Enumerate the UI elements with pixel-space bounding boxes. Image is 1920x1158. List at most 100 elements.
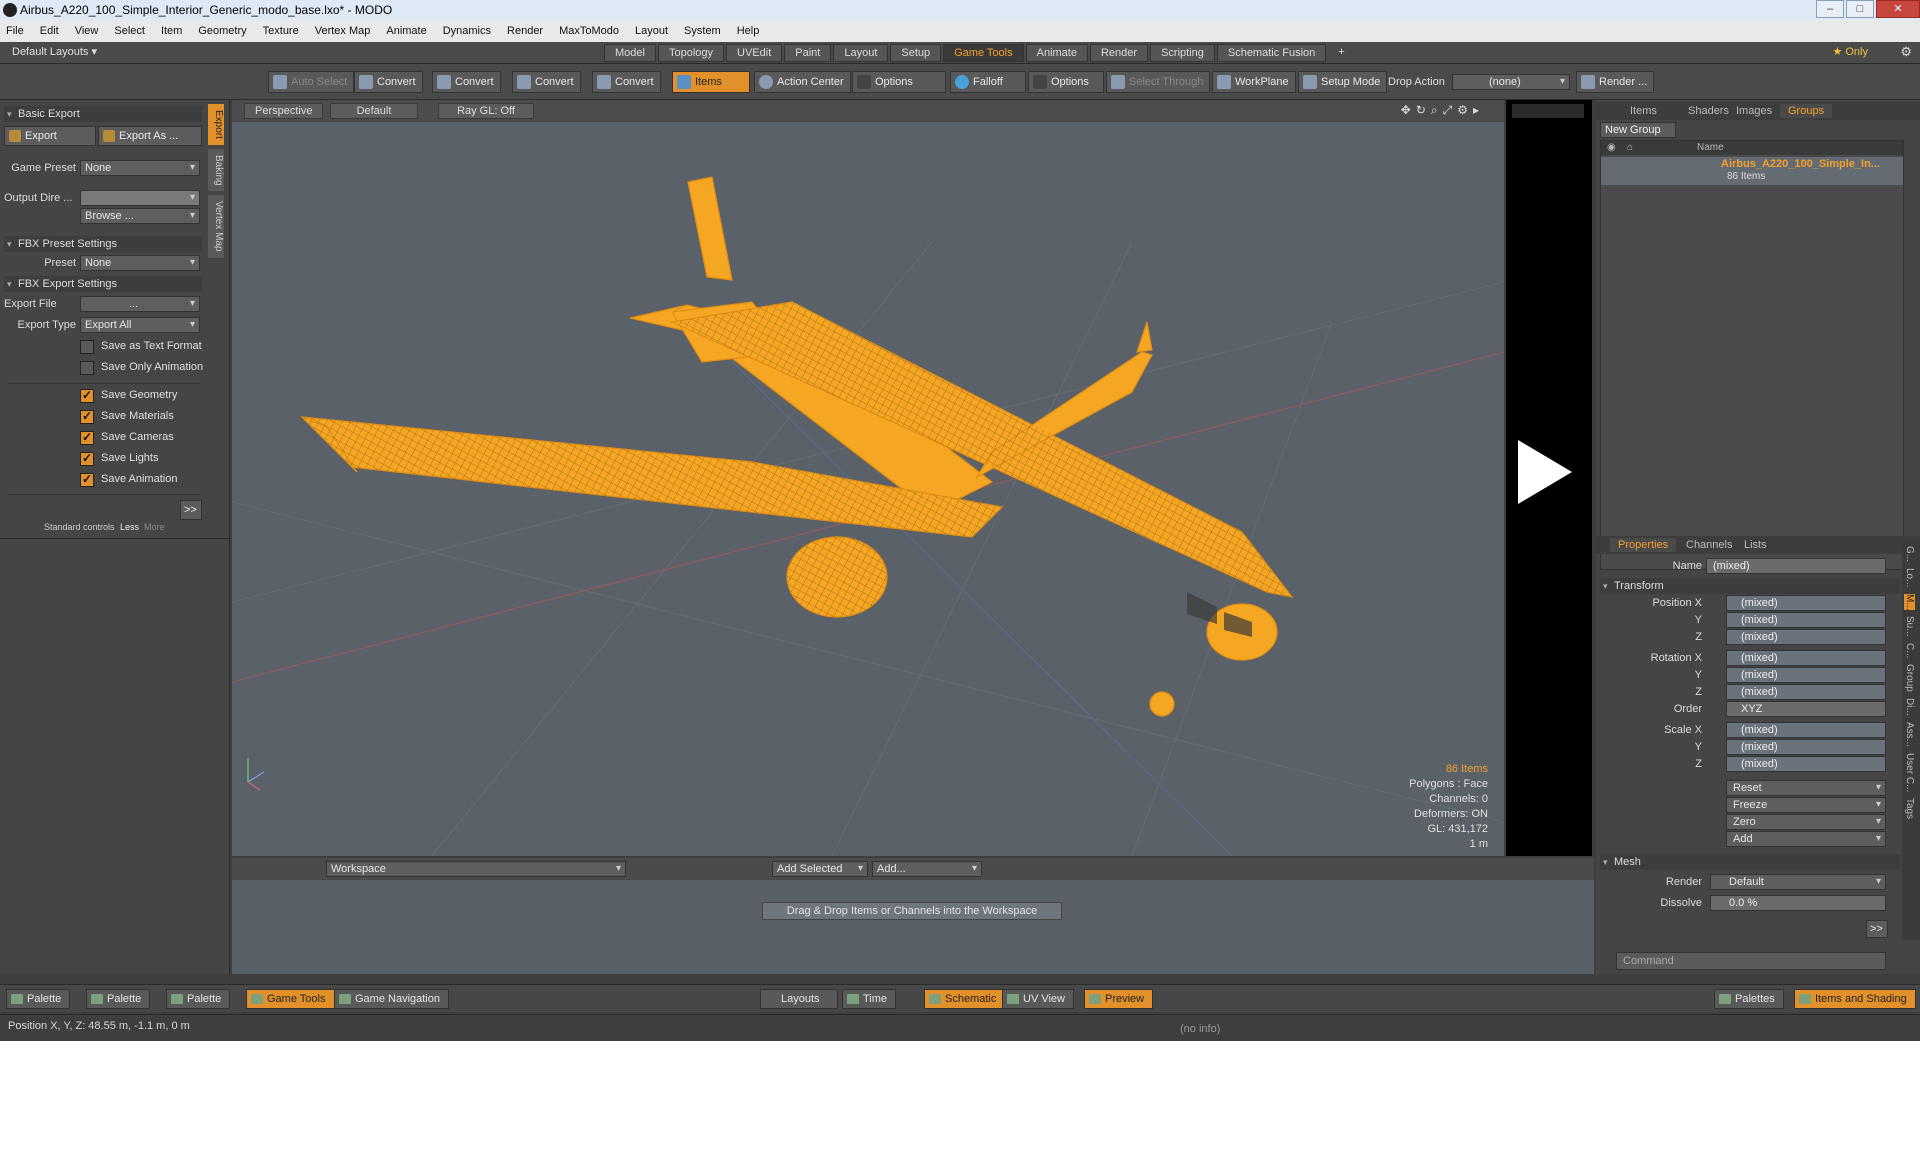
maximize-button[interactable]: □ (1846, 0, 1874, 18)
side-tab-3[interactable]: M... (1904, 593, 1915, 611)
palettes-button[interactable]: Palettes (1714, 989, 1784, 1009)
close-button[interactable]: ✕ (1876, 0, 1920, 18)
menu-render[interactable]: Render (507, 25, 543, 37)
vtab-vertex-map[interactable]: Vertex Map (208, 195, 224, 259)
select-through-button[interactable]: Select Through (1106, 71, 1211, 93)
tab-model[interactable]: Model (604, 44, 656, 62)
tab-lists[interactable]: Lists (1736, 538, 1775, 552)
save-geometry-checkbox[interactable] (80, 388, 94, 403)
side-tab-7[interactable]: Di... (1904, 698, 1915, 716)
convert-button-4[interactable]: Convert (592, 71, 661, 93)
menu-file[interactable]: File (6, 25, 24, 37)
tab-layout[interactable]: Layout (833, 44, 889, 62)
mesh-section[interactable]: Mesh (1600, 854, 1900, 870)
minimize-button[interactable]: – (1816, 0, 1844, 18)
palette-button-3[interactable]: Palette (166, 989, 231, 1009)
only-toggle[interactable]: ★ Only (1832, 45, 1868, 58)
scale-z-field[interactable]: (mixed) (1726, 756, 1886, 772)
menu-edit[interactable]: Edit (40, 25, 59, 37)
menu-help[interactable]: Help (737, 25, 760, 37)
tab-groups[interactable]: Groups (1780, 104, 1833, 118)
preview-button[interactable]: Preview (1084, 989, 1154, 1009)
gear-icon[interactable]: ⚙ (1900, 44, 1912, 60)
workspace-dropdown[interactable]: Workspace (326, 861, 626, 877)
rotation-x-field[interactable]: (mixed) (1726, 650, 1886, 666)
output-dir-field[interactable] (80, 190, 200, 206)
tab-items[interactable]: Items (1622, 104, 1665, 118)
tab-game-tools[interactable]: Game Tools (943, 44, 1024, 62)
export-file-dropdown[interactable]: ... (80, 296, 200, 312)
uv-view-button[interactable]: UV View (1002, 989, 1074, 1009)
position-z-field[interactable]: (mixed) (1726, 629, 1886, 645)
more-options-button[interactable]: >> (180, 500, 202, 520)
workplane-button[interactable]: WorkPlane (1212, 71, 1296, 93)
fbx-preset-section[interactable]: FBX Preset Settings (4, 236, 202, 252)
menu-dynamics[interactable]: Dynamics (443, 25, 491, 37)
tab-scripting[interactable]: Scripting (1150, 44, 1215, 62)
reset-dropdown[interactable]: Reset (1726, 780, 1886, 796)
order-dropdown[interactable]: XYZ (1726, 701, 1886, 717)
shading-default-dropdown[interactable]: Default (330, 103, 418, 119)
rotation-z-field[interactable]: (mixed) (1726, 684, 1886, 700)
save-materials-checkbox[interactable] (80, 409, 94, 424)
menu-view[interactable]: View (75, 25, 99, 37)
side-tab-2[interactable]: Lo... (1904, 568, 1915, 587)
3d-viewport[interactable]: Perspective Default Ray GL: Off ✥↻⌕⤢⚙▸ 8… (232, 100, 1504, 856)
side-tab-1[interactable]: G... (1904, 546, 1915, 562)
side-tab-5[interactable]: C... (1904, 643, 1915, 659)
name-field[interactable]: (mixed) (1706, 558, 1886, 574)
vtab-baking[interactable]: Baking (208, 148, 224, 192)
tab-render[interactable]: Render (1089, 44, 1149, 62)
items-mode-button[interactable]: Items (672, 71, 750, 93)
side-tab-6[interactable]: Group (1904, 664, 1915, 692)
new-group-button[interactable]: New Group (1600, 122, 1676, 138)
save-only-animation-checkbox[interactable] (80, 361, 94, 375)
tab-schematic-fusion[interactable]: Schematic Fusion (1216, 44, 1327, 62)
add-selected-button[interactable]: Add Selected (772, 861, 868, 877)
convert-button-2[interactable]: Convert (432, 71, 501, 93)
viewport-nav-icons[interactable]: ✥↻⌕⤢⚙▸ (1401, 103, 1484, 118)
position-y-field[interactable]: (mixed) (1726, 612, 1886, 628)
tab-properties[interactable]: Properties (1610, 538, 1677, 552)
fbx-export-section[interactable]: FBX Export Settings (4, 276, 202, 292)
auto-select-button[interactable]: Auto Select (268, 71, 355, 93)
scale-x-field[interactable]: (mixed) (1726, 722, 1886, 738)
schematic-button[interactable]: Schematic (924, 989, 1006, 1009)
drop-action-dropdown[interactable]: (none) (1452, 74, 1570, 90)
menu-geometry[interactable]: Geometry (198, 25, 246, 37)
name-column-header[interactable]: Name (1697, 142, 1724, 153)
menu-system[interactable]: System (684, 25, 721, 37)
action-center-button[interactable]: Action Center (754, 71, 851, 93)
falloff-button[interactable]: Falloff (950, 71, 1026, 93)
menu-layout[interactable]: Layout (635, 25, 668, 37)
tab-images[interactable]: Images (1728, 104, 1780, 118)
lock-icon[interactable]: ⌂ (1627, 142, 1633, 153)
group-row[interactable]: Airbus_A220_100_Simple_In... 86 Items (1601, 157, 1903, 185)
save-cameras-checkbox[interactable] (80, 430, 94, 445)
layouts-button[interactable]: Layouts (760, 989, 838, 1009)
side-tab-9[interactable]: User C... (1904, 753, 1915, 792)
export-as-button[interactable]: Export As ... (98, 126, 202, 146)
convert-button-3[interactable]: Convert (512, 71, 581, 93)
menu-item[interactable]: Item (161, 25, 182, 37)
play-icon[interactable] (1518, 440, 1572, 504)
rotation-y-field[interactable]: (mixed) (1726, 667, 1886, 683)
dissolve-field[interactable]: 0.0 % (1710, 895, 1886, 911)
game-preset-dropdown[interactable]: None (80, 160, 200, 176)
perspective-dropdown[interactable]: Perspective (244, 103, 324, 119)
menu-animate[interactable]: Animate (386, 25, 426, 37)
command-input[interactable]: Command (1616, 952, 1886, 970)
side-tab-4[interactable]: Su... (1904, 616, 1915, 637)
tab-setup[interactable]: Setup (890, 44, 942, 62)
menu-maxtomodo[interactable]: MaxToModo (559, 25, 619, 37)
options-button-1[interactable]: Options (852, 71, 946, 93)
add-dropdown[interactable]: Add (1726, 831, 1886, 847)
setup-mode-button[interactable]: Setup Mode (1298, 71, 1388, 93)
game-navigation-button[interactable]: Game Navigation (334, 989, 449, 1009)
position-x-field[interactable]: (mixed) (1726, 595, 1886, 611)
scale-y-field[interactable]: (mixed) (1726, 739, 1886, 755)
default-layouts-dropdown[interactable]: Default Layouts ▾ (12, 45, 97, 58)
convert-button-1[interactable]: Convert (354, 71, 423, 93)
tab-uvedit[interactable]: UVEdit (726, 44, 783, 62)
transform-section[interactable]: Transform (1600, 578, 1900, 594)
